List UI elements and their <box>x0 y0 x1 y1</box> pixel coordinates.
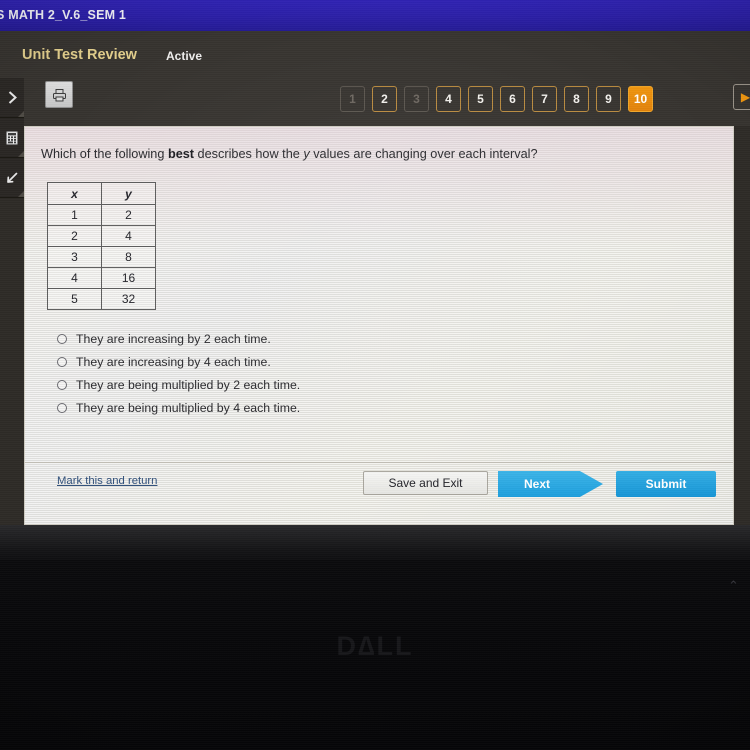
submit-button[interactable]: Submit <box>616 471 716 497</box>
course-title: S MATH 2_V.6_SEM 1 <box>0 8 127 22</box>
question-panel: Which of the following best describes ho… <box>24 126 734 525</box>
calculator-icon <box>6 130 18 145</box>
answer-option-4[interactable]: They are being multiplied by 4 each time… <box>57 396 300 419</box>
question-button-2[interactable]: 2 <box>372 86 397 112</box>
column-header-x: x <box>47 182 102 205</box>
question-button-10[interactable]: 10 <box>628 86 653 112</box>
question-button-4[interactable]: 4 <box>436 86 461 112</box>
table-row: 3 8 <box>47 246 156 268</box>
cell-y-4: 16 <box>101 267 156 289</box>
question-button-1[interactable]: 1 <box>340 86 365 112</box>
cell-x-4: 4 <box>47 267 102 289</box>
print-button[interactable] <box>45 81 73 108</box>
expand-panel-button[interactable] <box>0 78 24 118</box>
radio-button-icon[interactable] <box>57 379 67 390</box>
question-emphasis: best <box>167 147 195 161</box>
save-and-exit-button[interactable]: Save and Exit <box>363 471 488 495</box>
answer-option-2[interactable]: They are increasing by 4 each time. <box>57 350 300 373</box>
left-toolbar <box>0 78 24 198</box>
question-button-8[interactable]: 8 <box>564 86 589 112</box>
dell-logo: D∆LL <box>336 631 414 661</box>
chevron-up-icon: ⌃ <box>728 578 739 593</box>
question-button-5[interactable]: 5 <box>468 86 493 112</box>
answer-option-3[interactable]: They are being multiplied by 2 each time… <box>57 373 300 396</box>
question-prefix: Which of the following <box>41 147 168 161</box>
radio-button-icon[interactable] <box>57 356 67 367</box>
pointer-tool-button[interactable] <box>0 158 24 198</box>
answer-option-label: They are being multiplied by 4 each time… <box>76 400 301 415</box>
calculator-button[interactable] <box>0 118 24 158</box>
laptop-screen-photo: S MATH 2_V.6_SEM 1 Unit Test Review Acti… <box>0 0 750 750</box>
question-button-7[interactable]: 7 <box>532 86 557 112</box>
pointer-tool-icon <box>5 171 19 185</box>
printer-icon <box>52 88 67 102</box>
tab-unit-test-review[interactable]: Unit Test Review <box>22 47 137 63</box>
answer-option-label: They are increasing by 2 each time. <box>76 331 271 346</box>
table-row: 4 16 <box>47 267 156 289</box>
screen-bottom-edge <box>0 525 750 565</box>
question-pager: 1 2 3 4 5 6 7 8 9 10 <box>340 84 653 114</box>
cell-y-2: 4 <box>101 225 156 247</box>
cell-y-1: 2 <box>101 204 156 226</box>
cell-x-1: 1 <box>47 204 102 226</box>
course-bar: S MATH 2_V.6_SEM 1 <box>0 0 750 31</box>
cell-x-5: 5 <box>47 288 102 310</box>
question-middle: describes how the <box>194 147 304 161</box>
tab-active-status[interactable]: Active <box>166 49 202 63</box>
table-header-row: x y <box>47 182 156 205</box>
pager-next-button[interactable]: ▶ <box>733 84 750 110</box>
xy-data-table: x y 1 2 2 4 3 8 4 16 5 32 <box>47 182 156 310</box>
question-prompt: Which of the following best describes ho… <box>41 146 681 163</box>
table-row: 5 32 <box>47 288 156 310</box>
table-row: 1 2 <box>47 204 156 226</box>
question-button-9[interactable]: 9 <box>596 86 621 112</box>
header-tab-row: Unit Test Review Active <box>0 47 750 71</box>
cell-y-3: 8 <box>101 246 156 268</box>
question-button-3[interactable]: 3 <box>404 86 429 112</box>
action-bar: Mark this and return Save and Exit Next … <box>25 462 733 524</box>
question-button-6[interactable]: 6 <box>500 86 525 112</box>
radio-button-icon[interactable] <box>57 402 67 413</box>
column-header-y: y <box>101 182 156 205</box>
next-button[interactable]: Next <box>498 471 603 497</box>
radio-button-icon[interactable] <box>57 333 67 344</box>
expand-panel-icon <box>7 91 18 104</box>
table-row: 2 4 <box>47 225 156 247</box>
cell-x-2: 2 <box>47 225 102 247</box>
answer-option-label: They are increasing by 4 each time. <box>76 354 271 369</box>
cell-x-3: 3 <box>47 246 102 268</box>
answer-options: They are increasing by 2 each time. They… <box>57 327 300 419</box>
answer-option-label: They are being multiplied by 2 each time… <box>76 377 301 392</box>
mark-this-and-return-link[interactable]: Mark this and return <box>57 475 157 487</box>
answer-option-1[interactable]: They are increasing by 2 each time. <box>57 327 300 350</box>
question-suffix: values are changing over each interval? <box>309 147 538 161</box>
cell-y-5: 32 <box>101 288 156 310</box>
